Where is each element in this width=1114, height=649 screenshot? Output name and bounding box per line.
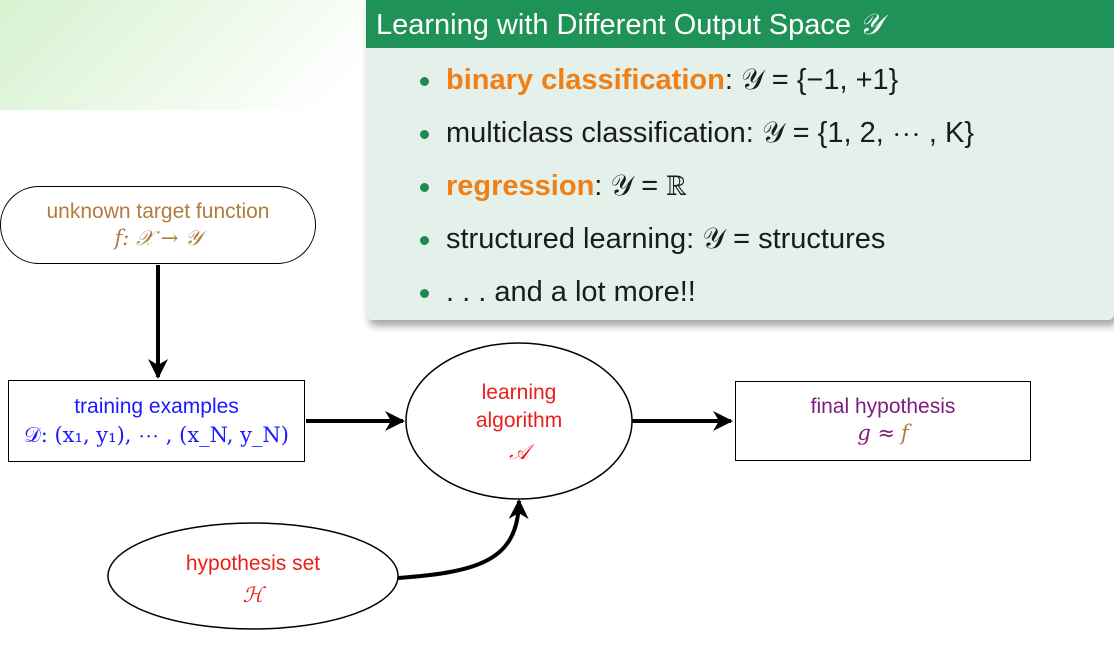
bullet-text: structured learning: 𝒴 = structures — [446, 223, 886, 255]
node-unknown-target-function: unknown target function f: 𝒳 → 𝒴 — [0, 186, 316, 264]
callout-title: Learning with Different Output Space 𝒴 — [366, 0, 1114, 48]
bullet-highlight: regression — [446, 170, 595, 202]
bullet-highlight: binary classification — [446, 64, 725, 96]
bullet-regression: regression: 𝒴 = ℝ — [366, 160, 1114, 213]
output-space-list: binary classification: 𝒴 = {−1, +1} mult… — [366, 48, 1114, 319]
bullet-text: . . . and a lot more!! — [446, 276, 696, 308]
final-label: final hypothesis — [810, 395, 956, 418]
node-hypothesis-set: hypothesis set ℋ — [107, 522, 399, 630]
node-training-examples: training examples 𝒟: (x₁, y₁), ⋯ , (x_N,… — [8, 380, 305, 462]
callout-title-symbol: 𝒴 — [859, 7, 882, 41]
bullet-text: multiclass classification: 𝒴 = {1, 2, ⋯ … — [446, 117, 975, 149]
bullet-dot — [420, 183, 429, 192]
hypothesis-set-symbol: ℋ — [243, 583, 267, 607]
bullet-text: : 𝒴 = {−1, +1} — [724, 64, 899, 96]
bullet-dot — [420, 77, 429, 86]
bullet-structured-learning: structured learning: 𝒴 = structures — [366, 213, 1114, 266]
callout-title-text: Learning with Different Output Space — [376, 9, 852, 41]
target-formula: f: 𝒳 → 𝒴 — [114, 226, 202, 250]
hypothesis-set-label: hypothesis set — [186, 552, 320, 575]
bullet-binary-classification: binary classification: 𝒴 = {−1, +1} — [366, 54, 1114, 107]
training-label: training examples — [74, 395, 239, 418]
output-space-callout: Learning with Different Output Space 𝒴 b… — [366, 0, 1114, 320]
bullet-text: : 𝒴 = ℝ — [594, 170, 687, 202]
bullet-dot — [420, 130, 429, 139]
bullet-dot — [420, 236, 429, 245]
final-formula-g: g ≈ — [857, 421, 896, 445]
final-formula-f: f — [900, 421, 909, 445]
edge-hypothesis-to-algorithm — [397, 499, 529, 580]
node-final-hypothesis: final hypothesis g ≈ f — [735, 381, 1031, 461]
bullet-and-more: . . . and a lot more!! — [366, 266, 1114, 319]
final-formula: g ≈ f — [736, 420, 1030, 447]
training-formula: 𝒟: (x₁, y₁), ⋯ , (x_N, y_N) — [23, 423, 289, 447]
target-label: unknown target function — [46, 200, 270, 223]
bullet-multiclass-classification: multiclass classification: 𝒴 = {1, 2, ⋯ … — [366, 107, 1114, 160]
node-learning-algorithm: learning algorithm 𝒜 — [405, 342, 633, 500]
algorithm-label-line1: learning — [482, 381, 557, 404]
bullet-dot — [420, 289, 429, 298]
algorithm-label-line2: algorithm — [476, 409, 562, 432]
